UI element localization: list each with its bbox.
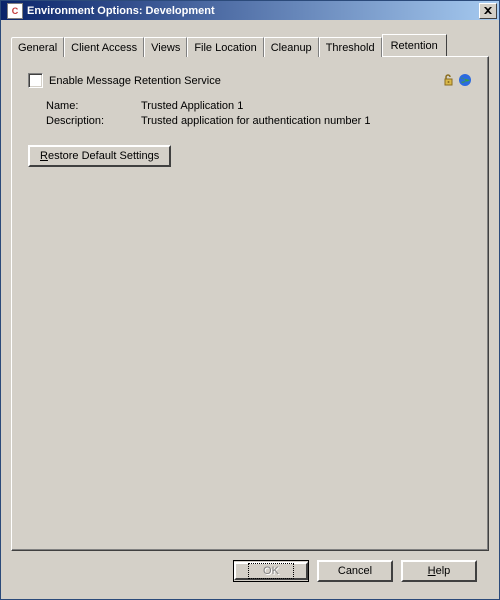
name-value: Trusted Application 1 [141, 100, 472, 112]
ok-button[interactable]: OK [233, 560, 309, 582]
description-label: Description: [46, 115, 141, 127]
close-button[interactable] [479, 3, 497, 19]
tab-retention[interactable]: Retention [382, 34, 447, 56]
svg-text:C: C [12, 6, 19, 16]
checkbox-icon [28, 73, 43, 88]
tab-threshold[interactable]: Threshold [319, 37, 382, 57]
environment-options-dialog: C Environment Options: Development Gener… [0, 0, 500, 600]
padlock-open-icon[interactable] [442, 73, 456, 87]
close-icon [484, 7, 492, 14]
description-value: Trusted application for authentication n… [141, 115, 472, 127]
enable-retention-checkbox[interactable]: Enable Message Retention Service [28, 73, 472, 88]
tab-general[interactable]: General [11, 37, 64, 57]
name-label: Name: [46, 100, 141, 112]
lock-icons [442, 73, 472, 87]
tabstrip: General Client Access Views File Locatio… [11, 34, 489, 56]
restore-defaults-button[interactable]: Restore Default Settings [28, 145, 171, 167]
window-title: Environment Options: Development [27, 5, 479, 17]
dialog-buttons: OK Cancel Help [9, 551, 491, 591]
tab-file-location[interactable]: File Location [187, 37, 263, 57]
enable-retention-label: Enable Message Retention Service [49, 75, 221, 87]
retention-info: Name: Trusted Application 1 Description:… [46, 100, 472, 127]
dialog-body: General Client Access Views File Locatio… [1, 20, 499, 599]
app-icon: C [7, 3, 23, 19]
tab-views[interactable]: Views [144, 37, 187, 57]
retention-panel: Enable Message Retention Service Name: T… [11, 56, 489, 551]
tab-client-access[interactable]: Client Access [64, 37, 144, 57]
titlebar: C Environment Options: Development [1, 1, 499, 20]
globe-icon[interactable] [458, 73, 472, 87]
tab-cleanup[interactable]: Cleanup [264, 37, 319, 57]
help-button[interactable]: Help [401, 560, 477, 582]
cancel-button[interactable]: Cancel [317, 560, 393, 582]
